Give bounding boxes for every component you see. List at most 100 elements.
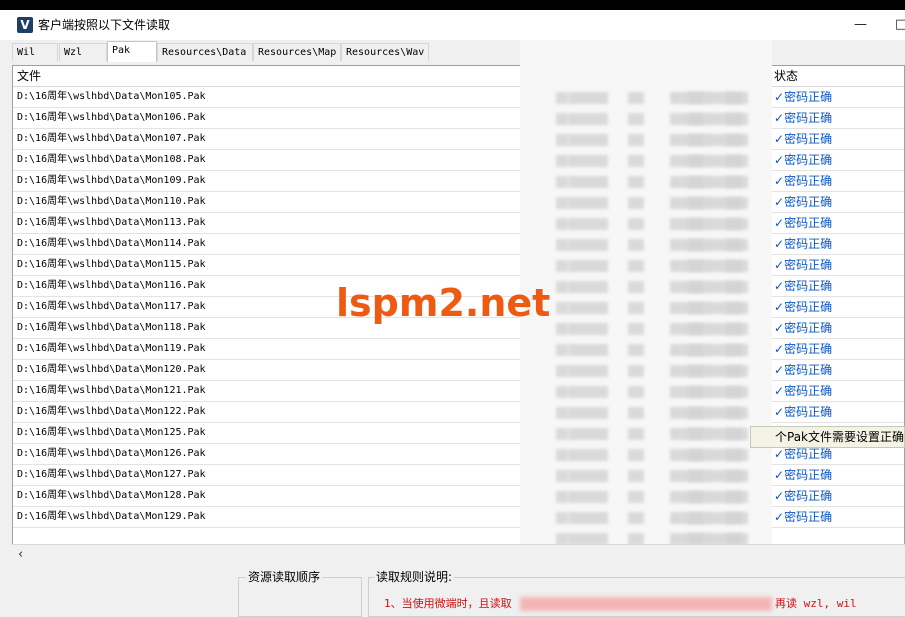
screen-top-edge	[0, 0, 905, 10]
tab-wzl[interactable]: Wzl	[59, 43, 107, 61]
blur-cell	[726, 302, 742, 314]
blur-cell	[628, 470, 644, 482]
tooltip: 个Pak文件需要设置正确	[750, 426, 905, 448]
blur-cell	[628, 365, 644, 377]
status-text: 密码正确	[784, 468, 833, 482]
check-icon: ✓	[774, 132, 785, 146]
status-cell: ✓密码正确	[774, 173, 832, 189]
window-title: 客户端按照以下文件读取	[38, 18, 171, 32]
status-cell: ✓密码正确	[774, 362, 832, 378]
blur-cell	[726, 113, 742, 125]
blur-cell	[688, 239, 704, 251]
blur-cell	[628, 512, 644, 524]
tab-resources-wav[interactable]: Resources\Wav	[341, 43, 429, 61]
blur-cell	[726, 92, 742, 104]
blur-cell	[688, 491, 704, 503]
blur-cell	[726, 134, 742, 146]
blur-cell	[568, 239, 608, 251]
file-path-cell: D:\16周年\wslhbd\Data\Mon106.Pak	[17, 112, 206, 123]
blur-cell	[726, 281, 742, 293]
status-text: 密码正确	[784, 153, 833, 167]
blur-cell	[556, 176, 568, 188]
blur-cell	[688, 407, 704, 419]
blur-cell	[568, 491, 608, 503]
tab-pak[interactable]: Pak	[107, 41, 157, 62]
status-text: 密码正确	[784, 258, 833, 272]
rule-line-end: 再读 wzl, wil	[775, 597, 857, 610]
blur-cell	[628, 449, 644, 461]
blur-cell	[556, 155, 568, 167]
check-icon: ✓	[774, 447, 785, 461]
blur-cell	[556, 365, 568, 377]
blur-cell	[726, 449, 742, 461]
status-cell: ✓密码正确	[774, 152, 832, 168]
blur-cell	[568, 260, 608, 272]
blur-cell	[688, 302, 704, 314]
load-order-label: 资源读取顺序	[246, 569, 323, 585]
horizontal-scrollbar[interactable]: ‹	[12, 544, 905, 565]
status-cell: ✓密码正确	[774, 404, 832, 420]
status-cell: ✓密码正确	[774, 446, 832, 462]
blur-cell	[628, 92, 644, 104]
blur-cell	[726, 197, 742, 209]
blur-cell	[568, 365, 608, 377]
blur-cell	[568, 134, 608, 146]
status-cell: ✓密码正确	[774, 467, 832, 483]
blur-cell	[556, 386, 568, 398]
file-path-cell: D:\16周年\wslhbd\Data\Mon127.Pak	[17, 469, 206, 480]
status-text: 密码正确	[784, 405, 833, 419]
tab-wil[interactable]: Wil	[12, 43, 58, 61]
file-path-cell: D:\16周年\wslhbd\Data\Mon113.Pak	[17, 217, 206, 228]
app-logo-icon: V	[17, 17, 33, 33]
status-text: 密码正确	[784, 510, 833, 524]
blur-cell	[568, 92, 608, 104]
blur-cell	[726, 218, 742, 230]
check-icon: ✓	[774, 279, 785, 293]
status-cell: ✓密码正确	[774, 131, 832, 147]
tab-resources-data[interactable]: Resources\Data	[157, 43, 253, 61]
blur-cell	[568, 176, 608, 188]
blur-cell	[628, 134, 644, 146]
blur-cell	[556, 260, 568, 272]
file-column-header[interactable]: 文件	[17, 68, 41, 84]
rule-redacted	[520, 597, 772, 611]
blur-cell	[628, 491, 644, 503]
status-cell: ✓密码正确	[774, 299, 832, 315]
blur-cell	[688, 344, 704, 356]
maximize-button[interactable]: □	[895, 16, 905, 34]
blur-cell	[726, 512, 742, 524]
blur-cell	[688, 176, 704, 188]
blur-cell	[556, 239, 568, 251]
check-icon: ✓	[774, 342, 785, 356]
blur-cell	[568, 218, 608, 230]
check-icon: ✓	[774, 195, 785, 209]
tab-resources-map[interactable]: Resources\Map	[253, 43, 341, 61]
minimize-button[interactable]: —	[854, 16, 868, 34]
status-cell: ✓密码正确	[774, 215, 832, 231]
check-icon: ✓	[774, 258, 785, 272]
status-cell: ✓密码正确	[774, 509, 832, 525]
blur-cell	[628, 113, 644, 125]
status-text: 密码正确	[784, 300, 833, 314]
blur-cell	[628, 386, 644, 398]
blur-cell	[688, 155, 704, 167]
status-cell: ✓密码正确	[774, 236, 832, 252]
file-path-cell: D:\16周年\wslhbd\Data\Mon107.Pak	[17, 133, 206, 144]
blur-cell	[726, 428, 742, 440]
check-icon: ✓	[774, 111, 785, 125]
blur-cell	[556, 134, 568, 146]
blur-cell	[628, 344, 644, 356]
status-column-header[interactable]: 状态	[774, 68, 798, 84]
status-text: 密码正确	[784, 111, 833, 125]
blur-cell	[556, 470, 568, 482]
check-icon: ✓	[774, 321, 785, 335]
blur-cell	[726, 386, 742, 398]
status-text: 密码正确	[784, 132, 833, 146]
scroll-left-icon[interactable]: ‹	[18, 545, 23, 565]
blur-cell	[726, 239, 742, 251]
blur-cell	[688, 113, 704, 125]
blur-cell	[568, 428, 608, 440]
blur-cell	[568, 344, 608, 356]
blur-cell	[556, 407, 568, 419]
status-text: 密码正确	[784, 342, 833, 356]
